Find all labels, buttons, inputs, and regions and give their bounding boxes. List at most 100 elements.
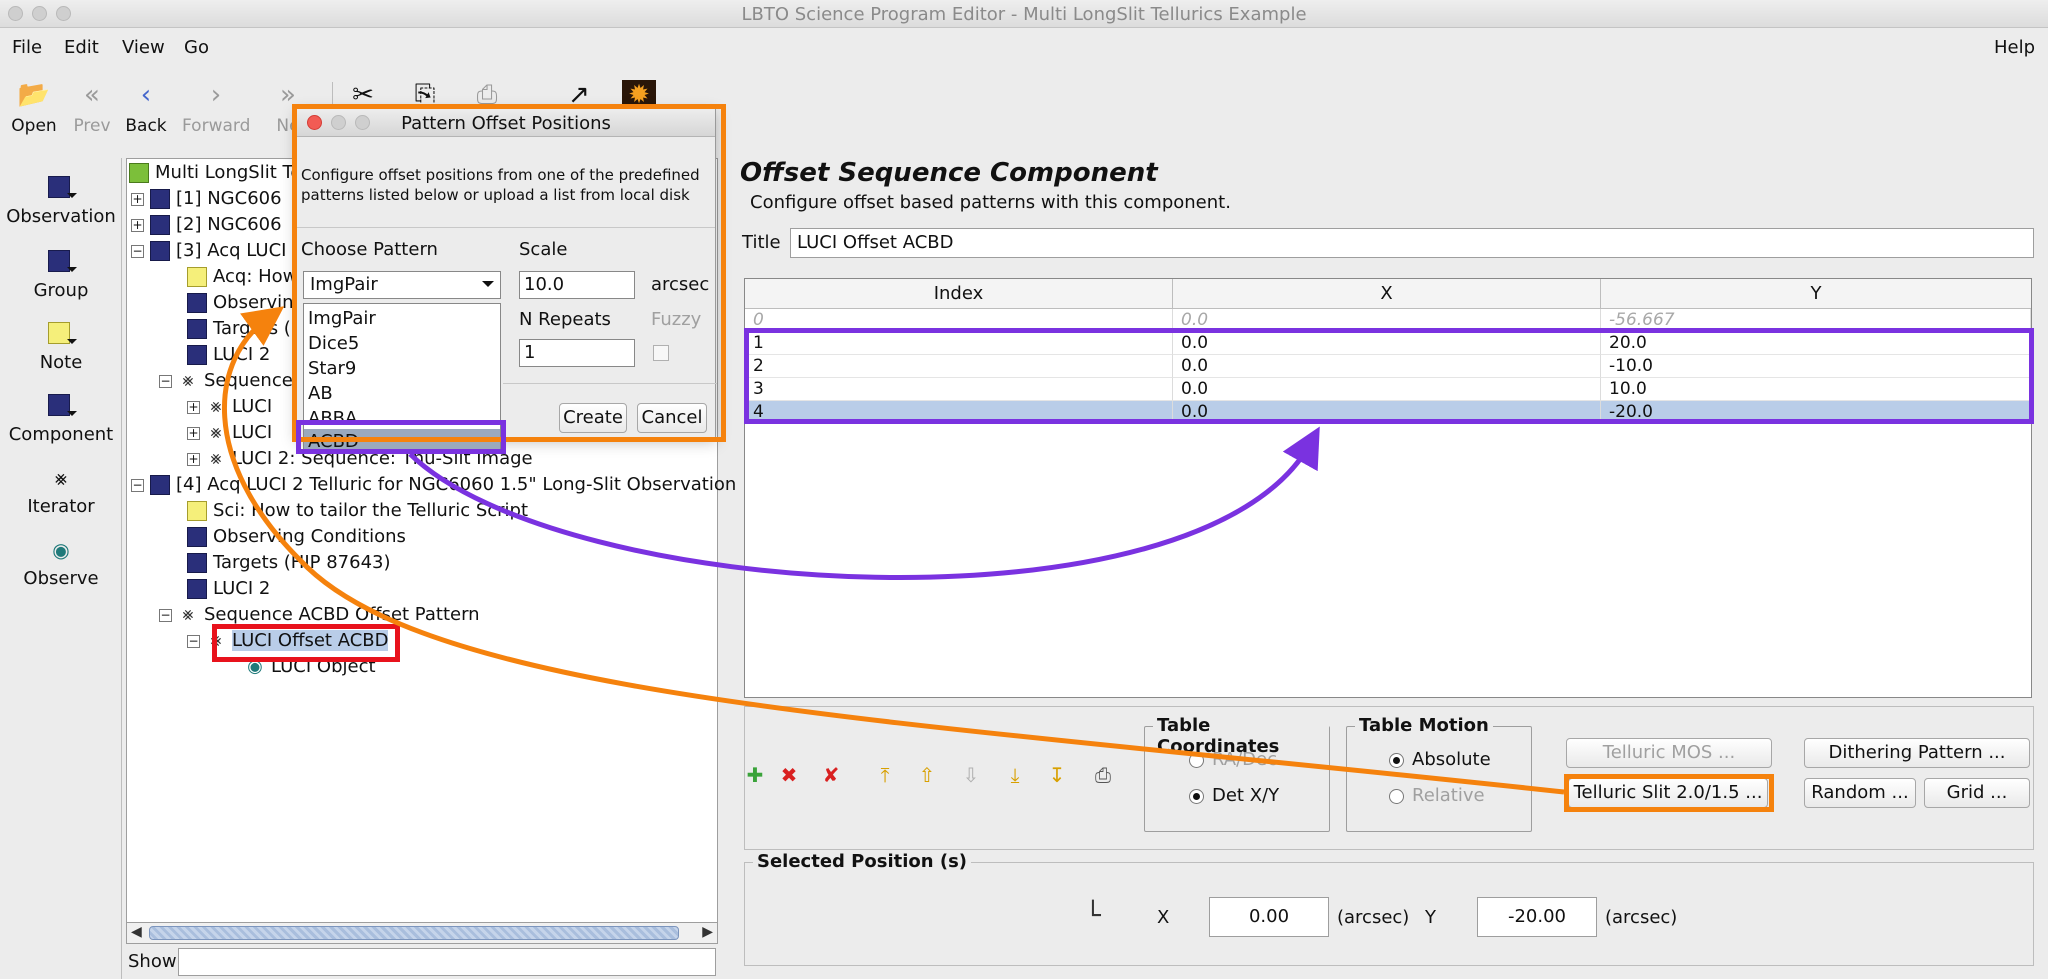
relative-radio[interactable]: Relative bbox=[1389, 785, 1485, 806]
plot-button[interactable]: ↗ bbox=[554, 72, 604, 110]
menu-go[interactable]: Go bbox=[184, 37, 209, 58]
tree-node-3-seq-a[interactable]: + ⨳ LUCI bbox=[187, 395, 272, 419]
telluric-slit-button[interactable]: Telluric Slit 2.0/1.5 ... bbox=[1568, 778, 1768, 808]
show-filter-input[interactable] bbox=[178, 948, 716, 976]
pattern-option-acbd[interactable]: ACBD bbox=[304, 429, 500, 454]
absolute-radio[interactable]: Absolute bbox=[1389, 749, 1491, 770]
telluric-mos-button[interactable]: Telluric MOS ... bbox=[1566, 738, 1772, 768]
tree-node-3-sequence[interactable]: − ⨳ Sequence bbox=[159, 369, 293, 393]
component-icon bbox=[187, 345, 207, 365]
expand-icon[interactable]: + bbox=[187, 452, 200, 466]
chevron-left-icon: ‹ bbox=[140, 80, 152, 110]
axes-icon: └ bbox=[1085, 901, 1101, 931]
grid-button[interactable]: Grid ... bbox=[1924, 778, 2030, 808]
show-label: Show bbox=[128, 951, 177, 972]
expand-icon[interactable]: + bbox=[131, 218, 144, 232]
menu-edit[interactable]: Edit bbox=[64, 37, 99, 58]
choose-pattern-label: Choose Pattern bbox=[301, 239, 438, 260]
column-header-index[interactable]: Index bbox=[745, 279, 1173, 309]
tree-node-3-observing[interactable]: Observin bbox=[187, 291, 294, 315]
tree-node-3-seq-b[interactable]: + ⨳ LUCI bbox=[187, 421, 272, 445]
tree-node-3-targets[interactable]: Targets ( bbox=[187, 317, 291, 341]
scissors-icon: ✂ bbox=[352, 80, 374, 110]
cancel-button[interactable]: Cancel bbox=[637, 403, 707, 433]
double-chevron-right-icon: » bbox=[280, 80, 296, 110]
tree-node-4[interactable]: − [4] Acq LUCI 2 Telluric for NGC6060 1.5… bbox=[131, 473, 736, 497]
move-bottom-icon[interactable]: ⤓ bbox=[1002, 762, 1028, 788]
pattern-option-abba[interactable]: ABBA bbox=[304, 406, 500, 431]
pattern-option-star9[interactable]: Star9 bbox=[304, 356, 500, 381]
scroll-left-icon[interactable]: ◀ bbox=[131, 924, 142, 940]
pattern-option-ab[interactable]: AB bbox=[304, 381, 500, 406]
dithering-pattern-button[interactable]: Dithering Pattern ... bbox=[1804, 738, 2030, 768]
sky-image-button[interactable]: ✹ bbox=[614, 72, 664, 110]
palette-iterator[interactable]: ⨳ Iterator bbox=[0, 466, 122, 517]
delete-all-icon[interactable]: ✘ bbox=[818, 762, 844, 788]
tree-node-2[interactable]: + [2] NGC606 bbox=[131, 213, 282, 237]
column-header-x[interactable]: X bbox=[1173, 279, 1601, 309]
collapse-icon[interactable]: − bbox=[159, 608, 172, 622]
paste-offsets-icon[interactable]: ⎙ bbox=[1090, 762, 1116, 788]
pattern-select[interactable]: ImgPair bbox=[303, 271, 501, 299]
move-last-icon[interactable]: ↧ bbox=[1044, 762, 1070, 788]
column-header-y[interactable]: Y bbox=[1601, 279, 2031, 309]
paste-button[interactable]: ⎙ bbox=[462, 72, 512, 110]
det-xy-radio[interactable]: Det X/Y bbox=[1189, 785, 1279, 806]
y-value-input[interactable]: -20.00 bbox=[1477, 897, 1597, 937]
palette-observation[interactable]: Observation bbox=[0, 176, 122, 227]
tree-node-4-sequence[interactable]: − ⨳ Sequence ACBD Offset Pattern bbox=[159, 603, 480, 627]
palette-observe[interactable]: ◉ Observe bbox=[0, 538, 122, 589]
component-icon bbox=[187, 527, 207, 547]
tree-node-3[interactable]: − [3] Acq LUCI bbox=[131, 239, 286, 263]
tree-node-3-acq[interactable]: Acq: How bbox=[187, 265, 297, 289]
palette-note[interactable]: Note bbox=[0, 322, 122, 373]
move-top-icon[interactable]: ⤒ bbox=[872, 762, 898, 788]
collapse-icon[interactable]: − bbox=[187, 634, 200, 648]
tree-node-4-object[interactable]: ◉ LUCI Object bbox=[245, 655, 375, 679]
tree-node-4-sci[interactable]: Sci: How to tailor the Telluric Script bbox=[187, 499, 528, 523]
create-button[interactable]: Create bbox=[559, 403, 627, 433]
expand-icon[interactable]: + bbox=[131, 192, 144, 206]
copy-button[interactable]: ⎘ bbox=[400, 72, 450, 110]
palette-component[interactable]: Component bbox=[0, 394, 122, 445]
random-button[interactable]: Random ... bbox=[1804, 778, 1916, 808]
forward-button[interactable]: › Forward bbox=[182, 72, 250, 136]
collapse-icon[interactable]: − bbox=[131, 244, 144, 258]
iterator-icon: ⨳ bbox=[182, 604, 194, 625]
delete-row-icon[interactable]: ✖ bbox=[776, 762, 802, 788]
expand-icon[interactable]: + bbox=[187, 400, 200, 414]
tree-node-4-targets[interactable]: Targets (HIP 87643) bbox=[187, 551, 391, 575]
title-input[interactable]: LUCI Offset ACBD bbox=[790, 228, 2034, 258]
scrollbar-thumb[interactable] bbox=[149, 926, 679, 940]
scale-input[interactable]: 10.0 bbox=[519, 271, 635, 299]
collapse-icon[interactable]: − bbox=[131, 478, 144, 492]
x-value-input[interactable]: 0.00 bbox=[1209, 897, 1329, 937]
tree-horizontal-scrollbar[interactable]: ◀ ▶ bbox=[126, 922, 718, 944]
palette-group[interactable]: Group bbox=[0, 250, 122, 301]
back-button[interactable]: ‹ Back bbox=[112, 72, 180, 136]
menu-help[interactable]: Help bbox=[1994, 37, 2035, 58]
tree-node-3-luci[interactable]: LUCI 2 bbox=[187, 343, 270, 367]
clipboard-icon: ⎙ bbox=[476, 80, 498, 110]
tree-node-4-offset[interactable]: − ⨳ LUCI Offset ACBD bbox=[187, 629, 389, 653]
menu-file[interactable]: File bbox=[12, 37, 42, 58]
tree-node-root[interactable]: Multi LongSlit Te bbox=[129, 161, 302, 185]
fuzzy-checkbox[interactable] bbox=[653, 345, 669, 361]
tree-node-4-observing[interactable]: Observing Conditions bbox=[187, 525, 406, 549]
repeats-input[interactable]: 1 bbox=[519, 339, 635, 367]
pattern-option-imgpair[interactable]: ImgPair bbox=[304, 306, 500, 331]
move-up-icon[interactable]: ⇧ bbox=[914, 762, 940, 788]
ra-dec-radio[interactable]: RA/Dec bbox=[1189, 749, 1277, 770]
expand-icon[interactable]: + bbox=[187, 426, 200, 440]
dialog-title-bar: Pattern Offset Positions bbox=[297, 109, 715, 137]
tree-node-4-luci[interactable]: LUCI 2 bbox=[187, 577, 270, 601]
scroll-right-icon[interactable]: ▶ bbox=[702, 924, 713, 940]
collapse-icon[interactable]: − bbox=[159, 374, 172, 388]
cut-button[interactable]: ✂ bbox=[338, 72, 388, 110]
tree-node-1[interactable]: + [1] NGC606 bbox=[131, 187, 282, 211]
component-icon bbox=[187, 579, 207, 599]
move-down-icon[interactable]: ⇩ bbox=[958, 762, 984, 788]
menu-view[interactable]: View bbox=[122, 37, 165, 58]
pattern-option-dice5[interactable]: Dice5 bbox=[304, 331, 500, 356]
add-row-icon[interactable]: ✚ bbox=[742, 762, 768, 788]
